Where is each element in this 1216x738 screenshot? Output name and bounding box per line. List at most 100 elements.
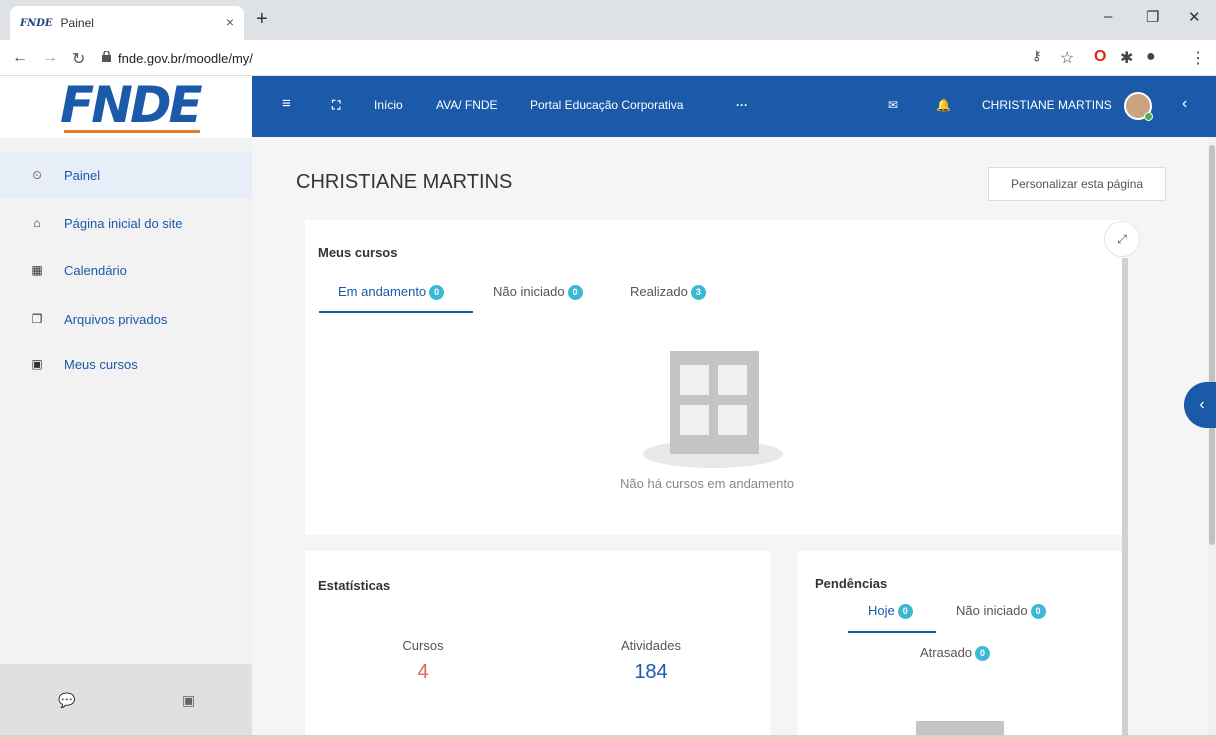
calendar-icon: ▦ (31, 263, 43, 277)
dashboard-icon: ⏲ (32, 167, 42, 182)
main-content: CHRISTIANE MARTINS Personalizar esta pág… (252, 137, 1208, 738)
tab-nao-iniciado[interactable]: Não iniciado 0 (493, 284, 583, 301)
active-tab-underline (848, 631, 936, 633)
statistics-title: Estatísticas (318, 578, 391, 593)
home-icon: ⌂ (33, 216, 41, 230)
url-field[interactable]: fnde.gov.br/moodle/my/ (118, 51, 253, 66)
top-navbar: ≡ ⛶ Início AVA/ FNDE Portal Educação Cor… (252, 76, 1216, 137)
avatar[interactable] (1124, 92, 1153, 121)
page-scrollbar[interactable] (1208, 137, 1216, 738)
courses-stat-value: 4 (417, 661, 429, 683)
nav-link-ava-fnde[interactable]: AVA/ FNDE (436, 98, 498, 112)
opera-icon[interactable]: O (1094, 48, 1106, 66)
browser-tab[interactable]: FNDE Painel × (10, 6, 244, 40)
pending-title: Pendências (815, 576, 888, 591)
new-tab-button[interactable]: + (256, 8, 268, 31)
online-status-icon (1144, 112, 1153, 121)
bookmark-star-icon[interactable]: ☆ (1060, 48, 1074, 68)
empty-courses-illustration (670, 351, 759, 454)
tab-realizado[interactable]: Realizado 3 (630, 284, 706, 301)
illustration-card (680, 365, 709, 395)
address-bar: ← → ↻ fnde.gov.br/moodle/my/ ⚷ ☆ O ✱ ● ⋮ (0, 40, 1216, 76)
tab-label: Não iniciado (956, 603, 1028, 618)
close-window-button[interactable]: ✕ (1188, 8, 1201, 26)
sidebar-item-calendar[interactable]: ▦ Calendário (0, 247, 252, 293)
reload-icon[interactable]: ↻ (72, 49, 85, 69)
tab-close-icon[interactable]: × (226, 14, 234, 30)
sidebar-item-home[interactable]: ⌂ Página inicial do site (0, 200, 252, 246)
tab-hoje[interactable]: Hoje 0 (868, 603, 913, 620)
fnde-favicon-icon: FNDE (20, 17, 53, 29)
back-icon[interactable]: ← (12, 49, 28, 67)
notifications-bell-icon[interactable]: 🔔 (936, 98, 951, 112)
tab-atrasado[interactable]: Atrasado 0 (920, 645, 991, 662)
sidebar-item-painel[interactable]: ⏲ Painel (0, 152, 252, 198)
sidebar-item-label: Meus cursos (64, 356, 138, 372)
hamburger-menu-icon[interactable]: ≡ (282, 95, 291, 112)
minimize-button[interactable]: – (1104, 8, 1112, 25)
empty-courses-message: Não há cursos em andamento (620, 476, 795, 491)
courses-stat-label: Cursos (402, 638, 444, 653)
block-scrollbar[interactable] (1122, 258, 1128, 738)
tab-label: Hoje (868, 603, 895, 618)
illustration-card (718, 405, 747, 435)
nav-link-inicio[interactable]: Início (374, 98, 403, 112)
count-badge: 0 (429, 285, 445, 301)
key-icon[interactable]: ⚷ (1032, 48, 1042, 64)
menu-icon[interactable]: ⋮ (1190, 48, 1206, 68)
nav-link-portal[interactable]: Portal Educação Corporativa (530, 98, 683, 112)
sidebar-item-my-courses[interactable]: ▣ Meus cursos (0, 341, 252, 387)
my-courses-card: Meus cursos Em andamento 0 Não iniciado 0 … (305, 220, 1123, 535)
activities-stat-label: Atividades (621, 638, 681, 653)
sidebar-item-label: Arquivos privados (64, 311, 168, 327)
tab-pending-nao-iniciado[interactable]: Não iniciado 0 (956, 603, 1046, 620)
more-menu-icon[interactable]: ··· (736, 98, 748, 112)
forward-icon[interactable]: → (42, 49, 58, 67)
sidebar-footer: 💬 ▣ (0, 664, 252, 738)
statistics-card: Estatísticas Cursos 4 Atividades 184 (305, 551, 770, 738)
chevron-left-icon[interactable]: ‹ (1182, 95, 1187, 113)
pending-tabs: Hoje 0 Não iniciado 0 Atrasado 0 (798, 603, 1123, 673)
scrollbar-thumb[interactable] (1209, 145, 1215, 545)
page-title: CHRISTIANE MARTINS (296, 171, 513, 193)
expand-icon[interactable]: ⤢ (1104, 221, 1140, 257)
count-badge: 0 (975, 646, 991, 662)
sidebar-item-label: Página inicial do site (64, 215, 183, 231)
archive-icon: ▣ (31, 357, 43, 371)
my-courses-title: Meus cursos (318, 245, 398, 260)
sidebar-item-label: Painel (64, 167, 101, 183)
pending-card: Pendências Hoje 0 Não iniciado 0 Atrasado 0 (798, 551, 1123, 738)
count-badge: 0 (897, 604, 913, 620)
sidebar-item-label: Calendário (64, 262, 127, 278)
files-icon: ❐ (31, 312, 43, 326)
archive-icon[interactable]: ▣ (182, 692, 195, 709)
logo-area[interactable]: FNDE (0, 76, 252, 138)
tab-title: Painel (60, 16, 94, 30)
fnde-logo: FNDE (60, 76, 203, 134)
tab-label: Não iniciado (493, 284, 565, 299)
activities-stat-value: 184 (634, 661, 668, 683)
comments-icon[interactable]: 💬 (58, 692, 75, 709)
count-badge: 0 (1030, 604, 1046, 620)
sidebar: FNDE ⏲ Painel ⌂ Página inicial do site ▦… (0, 76, 252, 738)
tab-em-andamento[interactable]: Em andamento 0 (338, 284, 445, 301)
user-name[interactable]: CHRISTIANE MARTINS (982, 98, 1112, 112)
count-badge: 3 (690, 285, 706, 301)
restore-button[interactable]: ❐ (1146, 8, 1159, 26)
count-badge: 0 (567, 285, 583, 301)
messages-icon[interactable]: ✉ (888, 98, 898, 112)
extensions-icon[interactable]: ✱ (1120, 48, 1133, 68)
customize-page-button[interactable]: Personalizar esta página (988, 167, 1166, 201)
tab-label: Em andamento (338, 284, 427, 299)
my-courses-tabs: Em andamento 0 Não iniciado 0 Realizado 3 (305, 284, 1123, 314)
illustration-card (718, 365, 747, 395)
fullscreen-icon[interactable]: ⛶ (332, 98, 340, 113)
browser-tab-bar: FNDE Painel × + – ❐ ✕ (0, 0, 1216, 40)
lock-icon (102, 51, 111, 62)
profile-icon[interactable]: ● (1146, 48, 1156, 66)
illustration-card (680, 405, 709, 435)
tab-label: Realizado (630, 284, 688, 299)
active-tab-underline (319, 311, 473, 313)
sidebar-item-private-files[interactable]: ❐ Arquivos privados (0, 296, 252, 342)
logo-underline (64, 130, 200, 133)
